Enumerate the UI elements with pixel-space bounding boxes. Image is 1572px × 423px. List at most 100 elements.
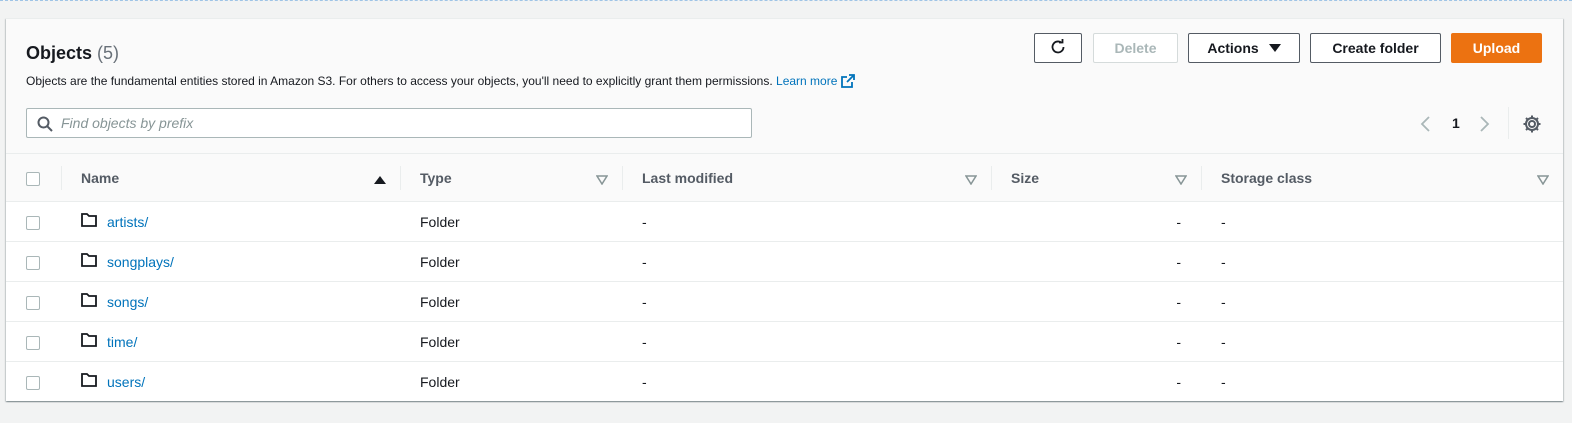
page-title: Objects (5) <box>26 43 119 64</box>
row-checkbox[interactable] <box>26 255 40 270</box>
search-icon <box>37 116 53 137</box>
objects-header: Objects (5) Objects are the fundamental … <box>6 19 1563 153</box>
delete-button[interactable]: Delete <box>1093 33 1178 63</box>
type-cell: Folder <box>420 373 460 390</box>
name-cell: songplays/ <box>61 241 400 282</box>
last-modified-cell: - <box>622 281 991 322</box>
object-name-link[interactable]: time/ <box>107 334 137 350</box>
select-all-cell <box>6 153 61 202</box>
row-checkbox[interactable] <box>26 295 40 310</box>
last-modified-cell: - <box>622 321 991 362</box>
row-select-cell <box>6 201 61 242</box>
top-dashed-divider <box>0 0 1572 2</box>
size-cell: - <box>991 241 1201 282</box>
storage-class-cell: - <box>1221 373 1226 390</box>
object-name-link[interactable]: artists/ <box>107 214 148 230</box>
type-cell: Folder <box>400 281 622 322</box>
actions-label: Actions <box>1207 40 1259 56</box>
column-label: Type <box>420 169 452 186</box>
folder-icon <box>81 253 97 270</box>
learn-more-link[interactable]: Learn more <box>776 74 856 91</box>
column-header-last-modified[interactable]: Last modified <box>622 153 991 202</box>
column-header-size[interactable]: Size <box>991 153 1201 202</box>
column-header-name[interactable]: Name <box>61 153 400 202</box>
object-count: (5) <box>97 43 120 63</box>
last-modified-cell: - <box>622 201 991 242</box>
select-all-checkbox[interactable] <box>26 171 40 186</box>
size-cell: - <box>1176 373 1181 390</box>
table-row[interactable]: songplays/ Folder - - - <box>6 241 1563 282</box>
table-row[interactable]: users/ Folder - - - <box>6 362 1563 402</box>
column-divider <box>1201 166 1202 190</box>
name-cell: songs/ <box>61 281 400 322</box>
caret-down-icon <box>1268 40 1281 56</box>
type-cell: Folder <box>400 241 622 282</box>
object-name-link[interactable]: songplays/ <box>107 254 174 270</box>
description-text: Objects are the fundamental entities sto… <box>26 74 773 88</box>
previous-page-icon[interactable] <box>1419 115 1431 138</box>
object-name-link[interactable]: users/ <box>107 374 145 390</box>
size-cell: - <box>991 321 1201 362</box>
size-cell: - <box>991 281 1201 322</box>
type-cell: Folder <box>400 321 622 362</box>
column-label: Storage class <box>1221 169 1313 186</box>
column-label: Last modified <box>642 169 734 186</box>
column-divider <box>991 166 992 190</box>
upload-button[interactable]: Upload <box>1451 33 1542 63</box>
sort-unsorted-icon <box>1536 172 1550 188</box>
create-folder-button[interactable]: Create folder <box>1310 33 1441 63</box>
table-header-row: Name Type Last modified Size Storage cla… <box>6 153 1563 202</box>
learn-more-label: Learn more <box>776 74 838 88</box>
objects-table: Name Type Last modified Size Storage cla… <box>6 153 1563 402</box>
table-row[interactable]: artists/ Folder - - - <box>6 201 1563 242</box>
column-divider <box>61 166 62 190</box>
row-checkbox[interactable] <box>26 375 40 390</box>
name-cell: time/ <box>61 321 400 362</box>
refresh-button[interactable] <box>1034 33 1082 63</box>
row-checkbox[interactable] <box>26 335 40 350</box>
name-cell: artists/ <box>61 201 400 242</box>
column-header-type[interactable]: Type <box>400 153 622 202</box>
next-page-icon[interactable] <box>1479 115 1491 138</box>
refresh-icon <box>1049 38 1067 59</box>
current-page-number[interactable]: 1 <box>1452 115 1460 131</box>
row-select-cell <box>6 321 61 362</box>
storage-class-cell: - <box>1201 201 1563 242</box>
table-row[interactable]: songs/ Folder - - - <box>6 281 1563 322</box>
folder-icon <box>81 333 97 350</box>
row-select-cell <box>6 241 61 282</box>
search-box <box>26 108 752 138</box>
folder-icon <box>81 373 97 390</box>
row-select-cell <box>6 362 61 402</box>
sort-ascending-icon <box>374 172 386 188</box>
title-text: Objects <box>26 43 93 63</box>
name-cell: users/ <box>61 362 400 402</box>
storage-class-cell: - <box>1201 241 1563 282</box>
row-checkbox[interactable] <box>26 215 40 230</box>
sort-unsorted-icon <box>964 172 978 188</box>
actions-dropdown-button[interactable]: Actions <box>1188 33 1300 63</box>
search-input[interactable] <box>61 113 741 133</box>
size-cell: - <box>991 201 1201 242</box>
type-cell: Folder <box>400 201 622 242</box>
storage-class-cell: - <box>1201 281 1563 322</box>
pager-divider <box>1508 107 1509 139</box>
column-label: Name <box>81 169 120 186</box>
folder-icon <box>81 213 97 230</box>
objects-panel: Objects (5) Objects are the fundamental … <box>6 18 1563 401</box>
object-name-link[interactable]: songs/ <box>107 294 148 310</box>
row-select-cell <box>6 281 61 322</box>
last-modified-cell: - <box>642 373 647 390</box>
sort-unsorted-icon <box>1174 172 1188 188</box>
column-label: Size <box>1011 169 1040 186</box>
storage-class-cell: - <box>1201 321 1563 362</box>
column-divider <box>622 166 623 190</box>
last-modified-cell: - <box>622 241 991 282</box>
table-row[interactable]: time/ Folder - - - <box>6 321 1563 362</box>
external-link-icon <box>841 74 856 91</box>
sort-unsorted-icon <box>595 172 609 188</box>
column-header-storage-class[interactable]: Storage class <box>1201 153 1563 202</box>
objects-description: Objects are the fundamental entities sto… <box>26 74 856 91</box>
column-divider <box>400 166 401 190</box>
gear-icon[interactable] <box>1522 114 1542 139</box>
